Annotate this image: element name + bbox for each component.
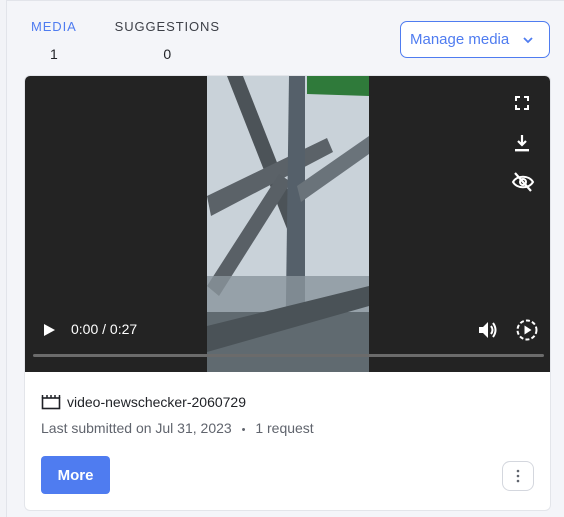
tab-media[interactable]: MEDIA 1 xyxy=(31,19,77,62)
more-button[interactable]: More xyxy=(41,456,110,494)
video-frame xyxy=(207,76,369,372)
fullscreen-icon[interactable] xyxy=(514,95,530,111)
kebab-menu-icon xyxy=(516,469,520,483)
media-panel: MEDIA 1 SUGGESTIONS 0 Manage media 0:00 … xyxy=(6,0,564,517)
video-time: 0:00 / 0:27 xyxy=(71,321,138,337)
last-submitted-text: Last submitted on Jul 31, 2023 xyxy=(41,420,232,436)
media-filename: video-newschecker-2060729 xyxy=(67,394,246,410)
tab-suggestions[interactable]: SUGGESTIONS 0 xyxy=(115,19,220,62)
chevron-down-icon xyxy=(523,36,533,43)
tab-media-count: 1 xyxy=(49,46,58,62)
manage-media-button[interactable]: Manage media xyxy=(400,21,550,58)
hide-eye-icon[interactable] xyxy=(511,172,535,192)
download-icon[interactable] xyxy=(514,134,530,152)
tab-suggestions-label: SUGGESTIONS xyxy=(114,19,220,34)
tab-media-label: MEDIA xyxy=(31,19,77,34)
media-submission-info: Last submitted on Jul 31, 2023 • 1 reque… xyxy=(41,420,314,436)
request-count: 1 request xyxy=(255,420,314,436)
media-meta: video-newschecker-2060729 Last submitted… xyxy=(41,394,314,436)
volume-icon[interactable] xyxy=(477,320,499,340)
play-icon[interactable] xyxy=(42,323,56,337)
playback-speed-icon[interactable] xyxy=(515,318,539,342)
more-options-button[interactable] xyxy=(502,461,534,491)
media-filename-row: video-newschecker-2060729 xyxy=(41,394,314,410)
media-card: 0:00 / 0:27 video-newschecker-2060729 La… xyxy=(24,75,551,511)
video-clapper-icon xyxy=(41,395,61,410)
media-tabs: MEDIA 1 SUGGESTIONS 0 xyxy=(31,19,258,62)
video-player[interactable]: 0:00 / 0:27 xyxy=(25,76,550,372)
manage-media-label: Manage media xyxy=(410,31,510,48)
tab-suggestions-count: 0 xyxy=(163,46,172,62)
video-progress-bar[interactable] xyxy=(33,354,544,357)
bridge-frame-image xyxy=(207,76,369,372)
separator-dot: • xyxy=(241,424,246,436)
